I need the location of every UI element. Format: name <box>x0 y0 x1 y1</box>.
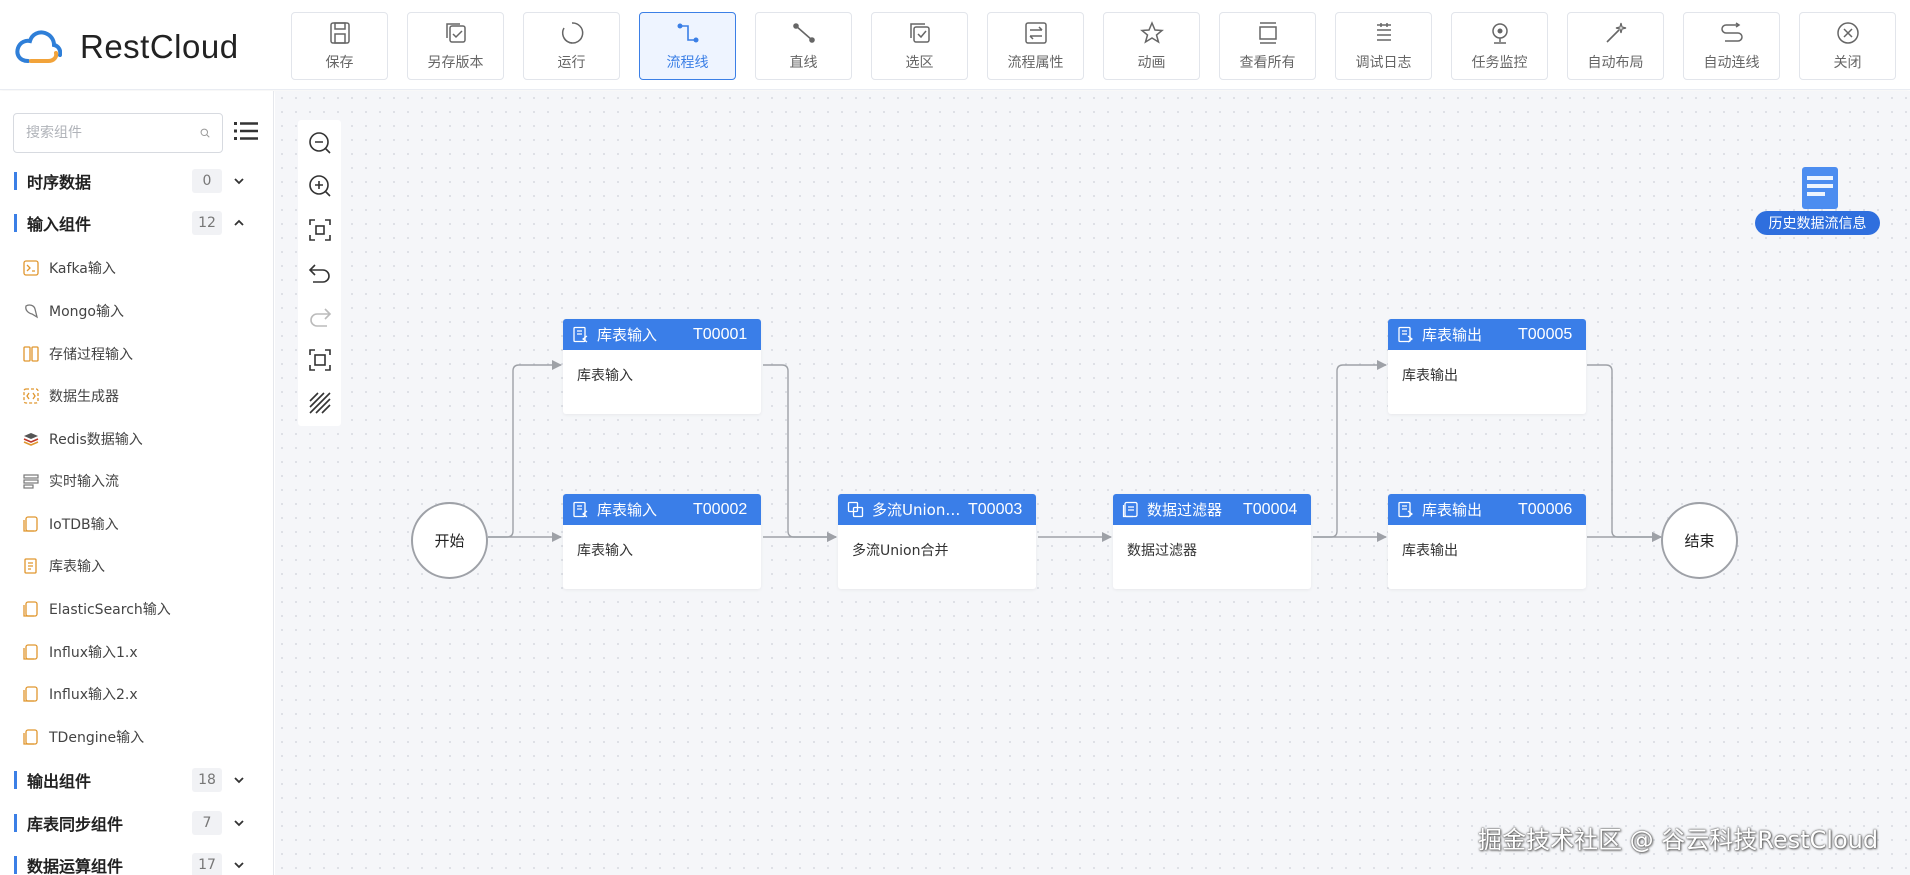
node-title: 多流Union… <box>872 501 961 519</box>
node-title: 库表输入 <box>597 326 658 344</box>
flow-node-t00005[interactable]: 库表输出 T00005 库表输出 <box>1388 319 1586 414</box>
node-header: 库表输出 T00005 <box>1388 319 1586 350</box>
edge-start-t1 <box>488 360 562 538</box>
flow-node-t00003[interactable]: 多流Union… T00003 多流Union合并 <box>838 494 1036 589</box>
node-id: T00001 <box>693 325 748 343</box>
node-id: T00006 <box>1518 500 1573 518</box>
node-title: 库表输入 <box>597 501 658 519</box>
node-header: 库表输出 T00006 <box>1388 494 1586 525</box>
node-id: T00004 <box>1243 500 1298 518</box>
flow-node-t00006[interactable]: 库表输出 T00006 库表输出 <box>1388 494 1586 589</box>
node-header: 库表输入 T00001 <box>563 319 761 350</box>
node-description: 库表输出 <box>1402 543 1458 559</box>
node-id: T00003 <box>968 500 1023 518</box>
edge-t1-t3 <box>763 364 837 542</box>
node-description: 数据过滤器 <box>1127 543 1197 559</box>
node-description: 多流Union合并 <box>852 543 949 559</box>
table-input-icon <box>573 501 588 518</box>
node-title: 库表输出 <box>1422 326 1483 344</box>
node-header: 库表输入 T00002 <box>563 494 761 525</box>
flow-node-t00002[interactable]: 库表输入 T00002 库表输入 <box>563 494 761 589</box>
node-id: T00005 <box>1518 325 1573 343</box>
table-input-icon <box>573 326 588 343</box>
filter-icon <box>1122 501 1138 518</box>
flow-start-node[interactable]: 开始 <box>411 502 488 579</box>
node-id: T00002 <box>693 500 748 518</box>
edge-t4-t5 <box>1313 360 1387 538</box>
union-icon <box>847 501 864 518</box>
table-output-icon <box>1398 326 1413 343</box>
node-title: 库表输出 <box>1422 501 1483 519</box>
node-description: 库表输出 <box>1402 368 1458 384</box>
flow-edges <box>488 360 1662 542</box>
start-label: 开始 <box>434 532 465 550</box>
table-output-icon <box>1398 501 1413 518</box>
flow-node-t00004[interactable]: 数据过滤器 T00004 数据过滤器 <box>1113 494 1311 589</box>
watermark: 掘金技术社区 @ 谷云科技RestCloud <box>1478 826 1879 854</box>
flow-node-t00001[interactable]: 库表输入 T00001 库表输入 <box>563 319 761 414</box>
node-header: 数据过滤器 T00004 <box>1113 494 1311 525</box>
node-description: 库表输入 <box>577 543 633 559</box>
end-label: 结束 <box>1684 532 1715 550</box>
node-header: 多流Union… T00003 <box>838 494 1036 525</box>
edge-t5-end <box>1587 364 1662 542</box>
flow-end-node[interactable]: 结束 <box>1661 502 1738 579</box>
node-description: 库表输入 <box>577 368 633 384</box>
node-title: 数据过滤器 <box>1147 501 1223 519</box>
